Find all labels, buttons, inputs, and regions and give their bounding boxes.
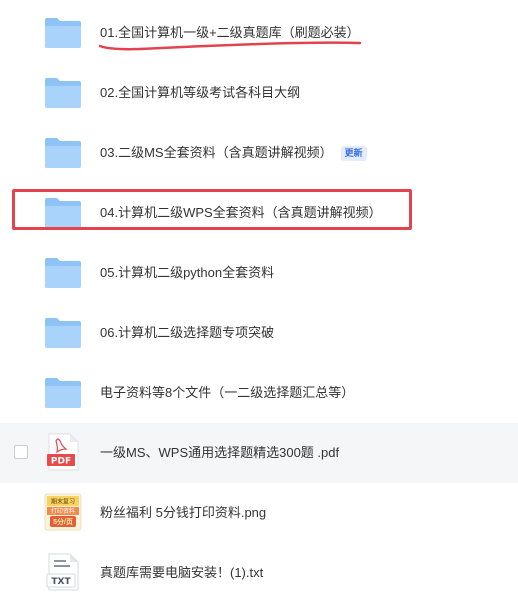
file-row-02[interactable]: 02.全国计算机等级考试各科目大纲 — [0, 63, 518, 123]
file-row-04[interactable]: 04.计算机二级WPS全套资料（含真题讲解视频） — [0, 183, 518, 243]
pdf-icon-label: PDF — [51, 457, 71, 467]
file-name-wrap: 03.二级MS全套资料（含真题讲解视频） 更新 — [100, 123, 367, 183]
file-name[interactable]: 电子资料等8个文件（一二级选择题汇总等） — [100, 363, 354, 423]
file-name[interactable]: 02.全国计算机等级考试各科目大纲 — [100, 63, 300, 123]
file-name[interactable]: 04.计算机二级WPS全套资料（含真题讲解视频） — [100, 183, 382, 243]
file-name[interactable]: 一级MS、WPS通用选择题精选300题 .pdf — [100, 423, 339, 483]
image-icon-line3: 5分/页 — [53, 517, 73, 526]
file-name[interactable]: 05.计算机二级python全套资料 — [100, 243, 274, 303]
file-row-07[interactable]: 电子资料等8个文件（一二级选择题汇总等） — [0, 363, 518, 423]
folder-icon — [44, 193, 82, 231]
file-row-pdf[interactable]: PDF 一级MS、WPS通用选择题精选300题 .pdf — [0, 423, 518, 483]
image-icon-line1: 期末复习 — [51, 498, 75, 506]
select-checkbox[interactable] — [14, 445, 28, 459]
file-name[interactable]: 粉丝福利 5分钱打印资料.png — [100, 483, 266, 543]
folder-icon — [44, 133, 82, 171]
folder-icon — [44, 313, 82, 351]
image-icon-line2: 打印资料 — [51, 507, 75, 515]
file-name[interactable]: 06.计算机二级选择题专项突破 — [100, 303, 274, 363]
file-row-01[interactable]: 01.全国计算机一级+二级真题库（刷题必装） — [0, 3, 518, 63]
file-row-06[interactable]: 06.计算机二级选择题专项突破 — [0, 303, 518, 363]
updated-badge: 更新 — [340, 146, 367, 161]
file-row-05[interactable]: 05.计算机二级python全套资料 — [0, 243, 518, 303]
txt-file-icon: TXT — [44, 553, 82, 591]
folder-icon — [44, 253, 82, 291]
folder-icon — [44, 73, 82, 111]
file-row-03[interactable]: 03.二级MS全套资料（含真题讲解视频） 更新 — [0, 123, 518, 183]
file-list: 01.全国计算机一级+二级真题库（刷题必装） 02.全国计算机等级考试各科目大纲… — [0, 0, 518, 604]
image-file-icon: 期末复习 打印资料 5分/页 — [44, 493, 82, 531]
pdf-file-icon: PDF — [44, 433, 82, 471]
file-row-png[interactable]: 期末复习 打印资料 5分/页 粉丝福利 5分钱打印资料.png — [0, 483, 518, 543]
folder-icon — [44, 13, 82, 51]
file-row-txt[interactable]: TXT 真题库需要电脑安装！(1).txt — [0, 543, 518, 603]
folder-icon — [44, 373, 82, 411]
file-name[interactable]: 01.全国计算机一级+二级真题库（刷题必装） — [100, 3, 360, 63]
txt-icon-label: TXT — [51, 577, 71, 587]
file-name[interactable]: 真题库需要电脑安装！(1).txt — [100, 543, 263, 603]
file-name[interactable]: 03.二级MS全套资料（含真题讲解视频） — [100, 145, 333, 160]
